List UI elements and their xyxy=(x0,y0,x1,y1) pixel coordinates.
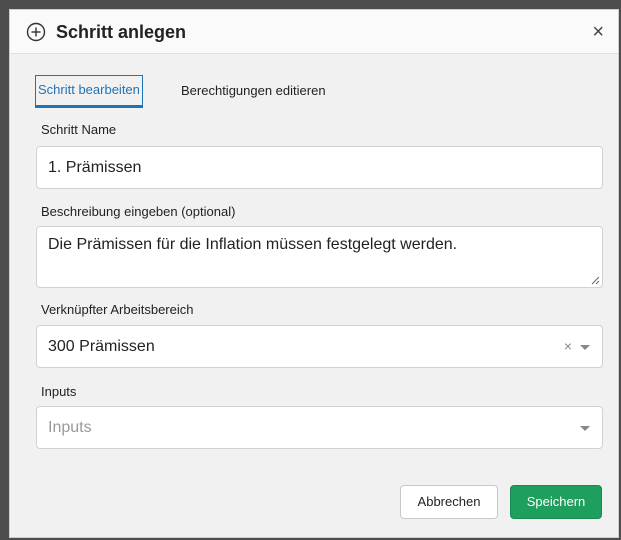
add-circle-icon xyxy=(26,22,46,42)
workspace-label: Verknüpfter Arbeitsbereich xyxy=(41,302,194,317)
inputs-placeholder: Inputs xyxy=(48,419,92,436)
resize-handle-icon[interactable] xyxy=(590,275,600,285)
cancel-button[interactable]: Abbrechen xyxy=(400,485,498,519)
chevron-down-icon[interactable] xyxy=(580,345,590,350)
inputs-label: Inputs xyxy=(41,384,77,399)
chevron-down-icon[interactable] xyxy=(580,426,590,431)
tab-edit-step[interactable]: Schritt bearbeiten xyxy=(35,75,143,108)
workspace-value: 300 Prämissen xyxy=(48,338,155,355)
close-icon[interactable]: × xyxy=(592,22,604,42)
inputs-select[interactable]: Inputs xyxy=(36,406,603,449)
save-button[interactable]: Speichern xyxy=(510,485,602,519)
tab-permissions[interactable]: Berechtigungen editieren xyxy=(181,75,326,107)
clear-selection-icon[interactable]: × xyxy=(564,326,572,367)
dialog-title: Schritt anlegen xyxy=(56,22,187,42)
workspace-select[interactable]: 300 Prämissen × xyxy=(36,325,603,368)
step-name-input[interactable]: 1. Prämissen xyxy=(36,146,603,189)
description-label: Beschreibung eingeben (optional) xyxy=(41,204,236,219)
create-step-dialog: Schritt anlegen × Schritt bearbeiten Ber… xyxy=(9,9,619,538)
description-text: Die Prämissen für die Inflation müssen f… xyxy=(48,236,458,253)
dialog-header: Schritt anlegen × xyxy=(10,10,618,54)
step-name-label: Schritt Name xyxy=(41,122,117,137)
description-textarea[interactable]: Die Prämissen für die Inflation müssen f… xyxy=(36,226,603,288)
